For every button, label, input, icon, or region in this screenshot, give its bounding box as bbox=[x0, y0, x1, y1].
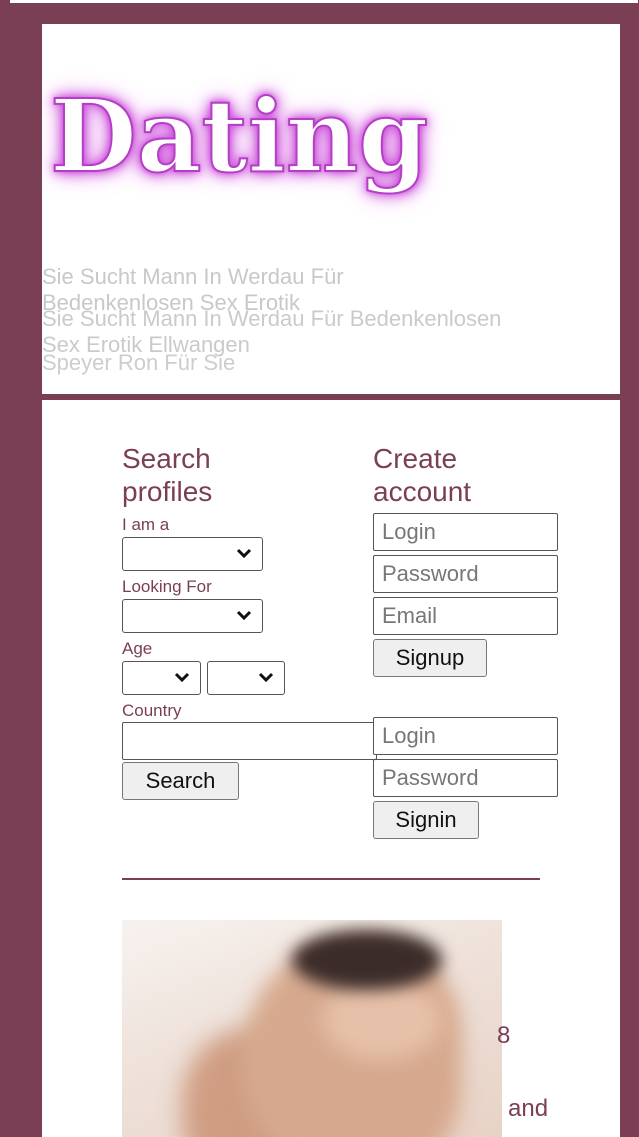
profile-photo[interactable] bbox=[122, 920, 502, 1137]
profile-teaser-text: and bbox=[508, 1095, 549, 1122]
create-account-title: Create account bbox=[373, 443, 472, 507]
signin-login-input[interactable]: Login bbox=[373, 717, 558, 755]
signup-login-input[interactable]: Login bbox=[373, 513, 558, 551]
signin-password-input[interactable]: Password bbox=[373, 759, 558, 797]
signup-button[interactable]: Signup bbox=[373, 639, 487, 677]
top-border bbox=[10, 0, 638, 3]
section-divider bbox=[122, 878, 540, 880]
country-input[interactable] bbox=[122, 722, 377, 760]
signin-button[interactable]: Signin bbox=[373, 801, 479, 839]
age-label: Age bbox=[122, 639, 153, 658]
country-label: Country bbox=[122, 701, 182, 720]
site-header: Dating Sie Sucht Mann In Werdau Für Bede… bbox=[42, 24, 620, 394]
signup-email-input[interactable]: Email bbox=[373, 597, 558, 635]
chevron-down-icon bbox=[174, 669, 190, 690]
profile-teaser-text: 8 bbox=[497, 1022, 511, 1049]
main-content: Search profiles I am a Looking For Age C… bbox=[42, 400, 620, 1137]
header-tagline: Speyer Ron Für Sie bbox=[42, 350, 236, 375]
i-am-select[interactable] bbox=[122, 537, 263, 571]
chevron-down-icon bbox=[236, 607, 252, 628]
search-button[interactable]: Search bbox=[122, 762, 239, 800]
chevron-down-icon bbox=[236, 545, 252, 566]
looking-for-label: Looking For bbox=[122, 577, 212, 596]
i-am-label: I am a bbox=[122, 515, 170, 534]
age-to-select[interactable] bbox=[207, 661, 285, 695]
search-profiles-title: Search profiles bbox=[122, 443, 213, 507]
looking-for-select[interactable] bbox=[122, 599, 263, 633]
site-logo[interactable]: Dating bbox=[49, 85, 429, 187]
chevron-down-icon bbox=[258, 669, 274, 690]
age-from-select[interactable] bbox=[122, 661, 201, 695]
signup-password-input[interactable]: Password bbox=[373, 555, 558, 593]
page: Dating Sie Sucht Mann In Werdau Für Bede… bbox=[0, 0, 639, 1137]
